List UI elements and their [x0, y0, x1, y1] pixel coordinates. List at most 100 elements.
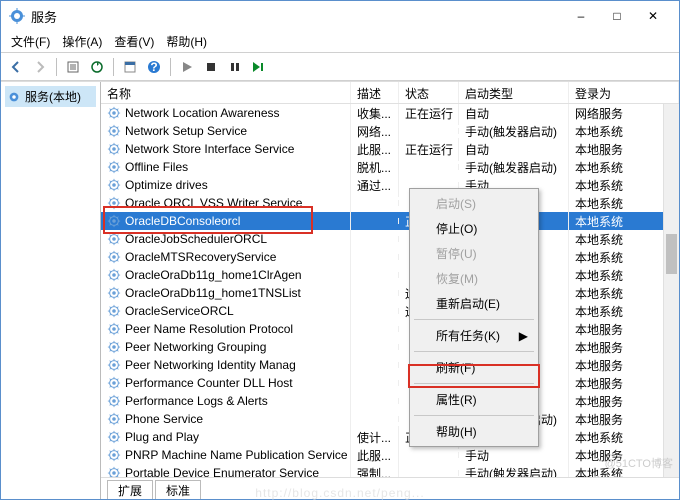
back-button[interactable] [5, 56, 27, 78]
gear-icon [107, 304, 121, 318]
context-item[interactable]: 重新启动(E) [412, 291, 536, 316]
service-row[interactable]: Portable Device Enumerator Service强制...手… [101, 464, 679, 477]
nav-services-local[interactable]: 服务(本地) [5, 86, 96, 107]
menubar: 文件(F) 操作(A) 查看(V) 帮助(H) [1, 31, 679, 53]
context-item: 启动(S) [412, 191, 536, 216]
service-name: Plug and Play [125, 430, 199, 444]
services-window: 服务 – □ ✕ 文件(F) 操作(A) 查看(V) 帮助(H) ? 服务(本地… [0, 0, 680, 500]
window-title: 服务 [31, 7, 563, 26]
service-name: Offline Files [125, 160, 188, 174]
app-icon [9, 8, 25, 24]
menu-action[interactable]: 操作(A) [56, 31, 108, 52]
service-name: OracleJobSchedulerORCL [125, 232, 267, 246]
gear-icon [107, 196, 121, 210]
service-desc [351, 326, 399, 332]
col-type[interactable]: 启动类型 [459, 82, 569, 103]
context-separator [414, 351, 534, 352]
content-pane: 名称 描述 状态 启动类型 登录为 Network Location Aware… [101, 82, 679, 499]
maximize-button[interactable]: □ [599, 2, 635, 30]
gear-icon [107, 448, 121, 462]
toolbar: ? [1, 53, 679, 81]
forward-button[interactable] [29, 56, 51, 78]
separator [113, 58, 114, 76]
stop-service-button[interactable] [200, 56, 222, 78]
service-status: 正在运行 [399, 138, 459, 161]
service-desc [351, 290, 399, 296]
context-item: 恢复(M) [412, 266, 536, 291]
gear-icon [107, 286, 121, 300]
column-headers: 名称 描述 状态 启动类型 登录为 [101, 82, 679, 104]
gear-icon [107, 412, 121, 426]
service-status [399, 164, 459, 170]
service-desc [351, 254, 399, 260]
body: 服务(本地) 名称 描述 状态 启动类型 登录为 Network Locatio… [1, 81, 679, 499]
service-status [399, 452, 459, 458]
service-name: Peer Networking Identity Manag [125, 358, 296, 372]
service-status: 正在运行 [399, 104, 459, 125]
start-service-button[interactable] [176, 56, 198, 78]
separator [170, 58, 171, 76]
restart-service-button[interactable] [248, 56, 270, 78]
service-status [399, 128, 459, 134]
context-separator [414, 319, 534, 320]
refresh-button[interactable] [86, 56, 108, 78]
context-menu: 启动(S)停止(O)暂停(U)恢复(M)重新启动(E)所有任务(K)▶刷新(F)… [409, 188, 539, 447]
scrollbar-thumb[interactable] [666, 234, 677, 274]
svg-text:?: ? [150, 60, 157, 74]
services-list[interactable]: Network Location Awareness收集...正在运行自动网络服… [101, 104, 679, 477]
gear-icon [107, 106, 121, 120]
service-name: OracleServiceORCL [125, 304, 234, 318]
help-button[interactable]: ? [143, 56, 165, 78]
gear-icon [107, 214, 121, 228]
nav-label: 服务(本地) [25, 88, 81, 105]
service-desc [351, 362, 399, 368]
service-name: Portable Device Enumerator Service [125, 466, 319, 477]
service-desc [351, 200, 399, 206]
titlebar[interactable]: 服务 – □ ✕ [1, 1, 679, 31]
service-desc: 通过... [351, 174, 399, 197]
properties-button[interactable] [119, 56, 141, 78]
service-desc [351, 416, 399, 422]
context-item[interactable]: 刷新(F) [412, 355, 536, 380]
menu-view[interactable]: 查看(V) [108, 31, 160, 52]
context-item[interactable]: 帮助(H) [412, 419, 536, 444]
service-desc: 强制... [351, 462, 399, 478]
context-separator [414, 415, 534, 416]
tab-standard[interactable]: 标准 [155, 480, 201, 500]
service-name: Network Setup Service [125, 124, 247, 138]
col-desc[interactable]: 描述 [351, 82, 399, 103]
service-desc [351, 398, 399, 404]
pause-service-button[interactable] [224, 56, 246, 78]
service-desc [351, 380, 399, 386]
col-status[interactable]: 状态 [399, 82, 459, 103]
scrollbar[interactable] [663, 104, 679, 477]
context-item[interactable]: 属性(R) [412, 387, 536, 412]
menu-file[interactable]: 文件(F) [5, 31, 56, 52]
context-separator [414, 383, 534, 384]
col-logon[interactable]: 登录为 [569, 82, 679, 103]
service-desc [351, 236, 399, 242]
service-name: Oracle ORCL VSS Writer Service [125, 196, 302, 210]
gear-icon [107, 394, 121, 408]
tab-extended[interactable]: 扩展 [107, 480, 153, 500]
gear-icon [107, 322, 121, 336]
service-name: Network Store Interface Service [125, 142, 294, 156]
service-name: Performance Counter DLL Host [125, 376, 293, 390]
col-name[interactable]: 名称 [101, 82, 351, 103]
separator [56, 58, 57, 76]
context-item[interactable]: 停止(O) [412, 216, 536, 241]
gear-icon [107, 430, 121, 444]
close-button[interactable]: ✕ [635, 2, 671, 30]
gear-icon [7, 90, 21, 104]
gear-icon [107, 178, 121, 192]
context-item[interactable]: 所有任务(K)▶ [412, 323, 536, 348]
gear-icon [107, 340, 121, 354]
service-desc [351, 218, 399, 224]
export-button[interactable] [62, 56, 84, 78]
service-status [399, 470, 459, 476]
service-name: Peer Name Resolution Protocol [125, 322, 293, 336]
nav-pane: 服务(本地) [1, 82, 101, 499]
gear-icon [107, 376, 121, 390]
minimize-button[interactable]: – [563, 2, 599, 30]
menu-help[interactable]: 帮助(H) [160, 31, 213, 52]
